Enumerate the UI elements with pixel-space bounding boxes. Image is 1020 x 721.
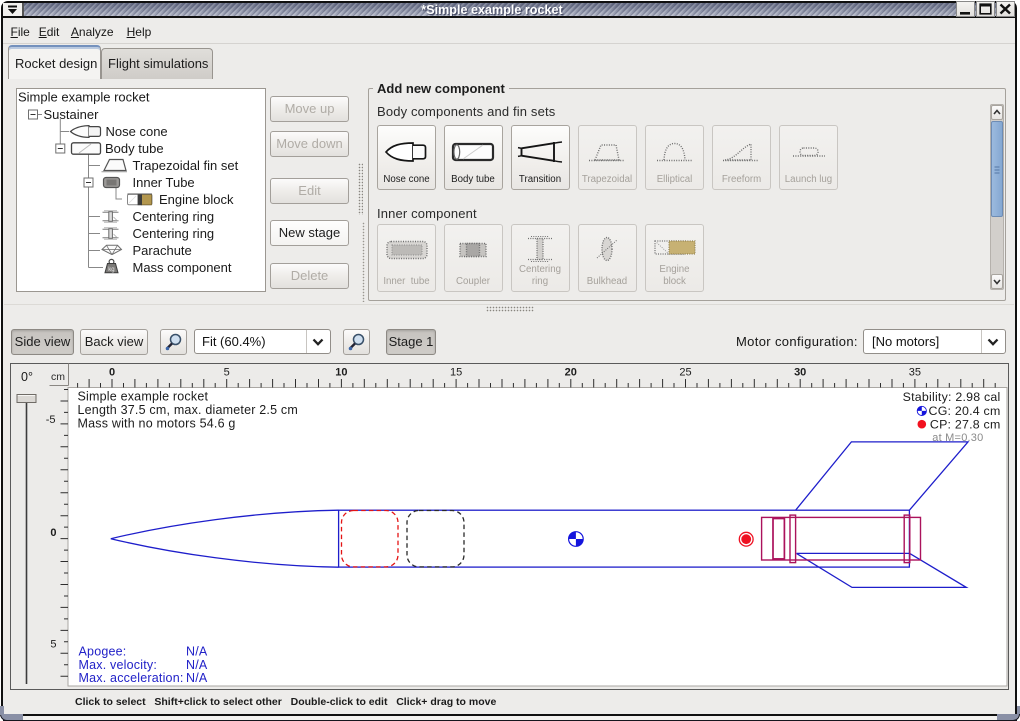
svg-text:Apogee:: Apogee: <box>79 645 127 659</box>
svg-text:Mass with no motors 54.6 g: Mass with no motors 54.6 g <box>78 417 236 431</box>
svg-text:Max. velocity:: Max. velocity: <box>79 658 158 672</box>
svg-text:0°: 0° <box>21 370 33 384</box>
svg-text:CP: 27.8 cm: CP: 27.8 cm <box>930 417 1001 431</box>
svg-text:25: 25 <box>679 367 691 379</box>
svg-text:N/A: N/A <box>186 645 208 659</box>
svg-text:Stability: 2.98 cal: Stability: 2.98 cal <box>903 390 1001 404</box>
svg-text:30: 30 <box>794 367 806 379</box>
svg-text:20: 20 <box>565 367 577 379</box>
svg-text:Max. acceleration:: Max. acceleration: <box>79 671 184 685</box>
svg-text:Length 37.5 cm, max. diameter: Length 37.5 cm, max. diameter 2.5 cm <box>78 403 299 417</box>
svg-text:35: 35 <box>909 367 921 379</box>
svg-text:15: 15 <box>450 367 462 379</box>
svg-text:N/A: N/A <box>186 658 208 672</box>
svg-text:10: 10 <box>335 367 347 379</box>
svg-text:Simple example rocket: Simple example rocket <box>78 390 209 404</box>
svg-text:0: 0 <box>50 527 56 539</box>
svg-text:-5: -5 <box>46 414 56 426</box>
svg-text:cm: cm <box>51 371 65 383</box>
svg-text:5: 5 <box>50 638 56 650</box>
svg-text:N/A: N/A <box>186 671 208 685</box>
svg-text:0: 0 <box>109 367 115 379</box>
svg-text:5: 5 <box>224 367 230 379</box>
svg-text:CG: 20.4 cm: CG: 20.4 cm <box>929 404 1001 418</box>
